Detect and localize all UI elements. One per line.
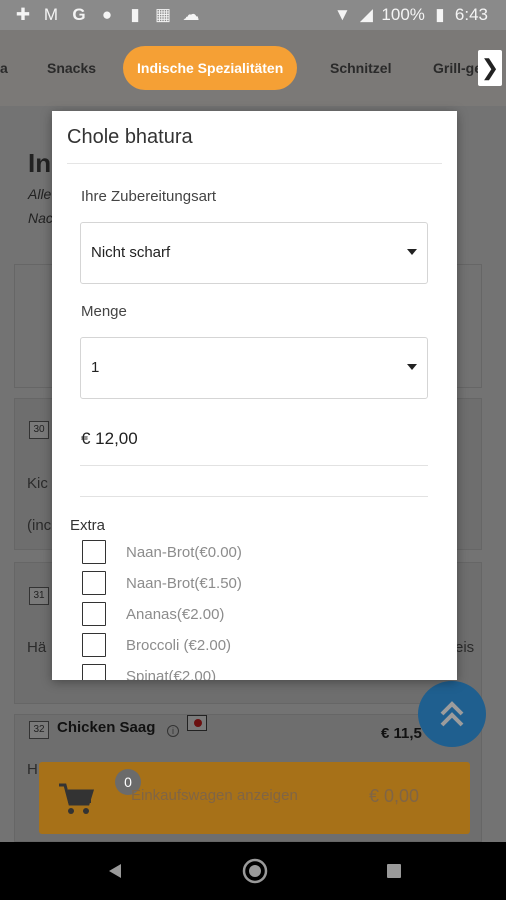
- spicy-flag-icon: [187, 715, 207, 731]
- gmail-icon: M: [43, 5, 59, 24]
- item-description: Hä: [27, 639, 47, 656]
- cloud-icon: ☁: [182, 5, 200, 24]
- wifi-icon: ▼: [334, 5, 351, 24]
- cart-total: € 0,00: [369, 786, 420, 806]
- extra-checkbox[interactable]: [82, 571, 106, 595]
- preparation-select[interactable]: Nicht scharf: [80, 222, 428, 284]
- extra-checkbox[interactable]: [82, 540, 106, 564]
- item-price: € 11,5: [381, 725, 422, 742]
- info-icon[interactable]: i: [167, 725, 179, 737]
- item-number: 31: [29, 587, 49, 605]
- battery-icon: ▮: [435, 5, 445, 24]
- caret-down-icon: [407, 364, 417, 370]
- system-nav-bar: [0, 842, 506, 900]
- extra-option-label[interactable]: Naan-Brot(€1.50): [126, 575, 242, 592]
- shopping-cart-icon: [59, 783, 95, 814]
- extra-option-label[interactable]: Spinat(€2.00): [126, 668, 216, 680]
- product-options-dialog: Chole bhatura Ihre Zubereitungsart Nicht…: [52, 111, 457, 680]
- home-circle-icon: [242, 858, 268, 884]
- quantity-value: 1: [91, 359, 100, 376]
- plus-icon: ✚: [15, 5, 31, 24]
- page-subtitle: Alle: [28, 186, 52, 202]
- category-tab[interactable]: a: [0, 46, 8, 90]
- recents-square-icon: [387, 864, 401, 878]
- quantity-label: Menge: [81, 303, 127, 320]
- category-bar: a Snacks Indische Spezialitäten Schnitze…: [0, 30, 506, 106]
- item-note: (inc: [27, 517, 52, 534]
- extra-option-label[interactable]: Ananas(€2.00): [126, 606, 224, 623]
- category-tab-snacks[interactable]: Snacks: [47, 46, 96, 90]
- circle-icon: ●: [101, 5, 113, 24]
- cart-bar[interactable]: 0 Einkaufswagen anzeigen € 0,00: [39, 762, 470, 834]
- extra-checkbox[interactable]: [82, 633, 106, 657]
- quantity-select[interactable]: 1: [80, 337, 428, 399]
- scroll-to-top-button[interactable]: [418, 681, 486, 747]
- dialog-title: Chole bhatura: [67, 126, 193, 148]
- caret-down-icon: [407, 249, 417, 255]
- category-tab-schnitzel[interactable]: Schnitzel: [330, 46, 391, 90]
- page-title: In: [28, 148, 52, 178]
- clock: 6:43: [454, 5, 488, 24]
- item-number: 32: [29, 721, 49, 739]
- extras-heading: Extra: [70, 517, 106, 534]
- notification-icons: ✚ M G ● ▮ ▦ ☁: [14, 5, 200, 25]
- extra-option-label[interactable]: Broccoli (€2.00): [126, 637, 231, 654]
- chevron-right-icon[interactable]: ❯: [478, 50, 502, 86]
- item-description-tail: eis: [455, 639, 475, 656]
- show-cart-label[interactable]: Einkaufswagen anzeigen: [131, 787, 298, 804]
- signal-icon: ◢: [359, 5, 373, 24]
- category-tab-active[interactable]: Indische Spezialitäten: [123, 46, 298, 90]
- sd-card-icon: ▮: [130, 5, 140, 24]
- system-icons: ▼ ◢ 100% ▮ 6:43: [333, 5, 488, 25]
- item-description: Kic: [27, 475, 48, 492]
- divider: [80, 496, 428, 497]
- battery-level: 100%: [381, 5, 425, 24]
- home-button[interactable]: [242, 858, 268, 884]
- back-button[interactable]: [104, 860, 126, 882]
- preparation-value: Nicht scharf: [91, 244, 171, 261]
- item-name: Chicken Saag: [57, 719, 156, 736]
- back-triangle-icon: [109, 864, 121, 878]
- category-tab-grill[interactable]: Grill-ge: [433, 46, 482, 90]
- extra-checkbox[interactable]: [82, 664, 106, 680]
- status-bar: ✚ M G ● ▮ ▦ ☁ ▼ ◢ 100% ▮ 6:43: [0, 0, 506, 30]
- extra-option-label[interactable]: Naan-Brot(€0.00): [126, 544, 242, 561]
- calendar-icon: ▦: [154, 5, 172, 24]
- page-subtitle-2: Nac: [28, 210, 53, 226]
- preparation-label: Ihre Zubereitungsart: [81, 188, 217, 205]
- divider: [67, 163, 442, 164]
- item-number: 30: [29, 421, 49, 439]
- item-price: € 12,00: [81, 429, 138, 448]
- recents-button[interactable]: [383, 860, 405, 882]
- divider: [80, 465, 428, 466]
- google-icon: G: [72, 5, 86, 24]
- item-description: H: [27, 761, 38, 778]
- extra-checkbox[interactable]: [82, 602, 106, 626]
- double-chevron-up-icon: [440, 701, 464, 727]
